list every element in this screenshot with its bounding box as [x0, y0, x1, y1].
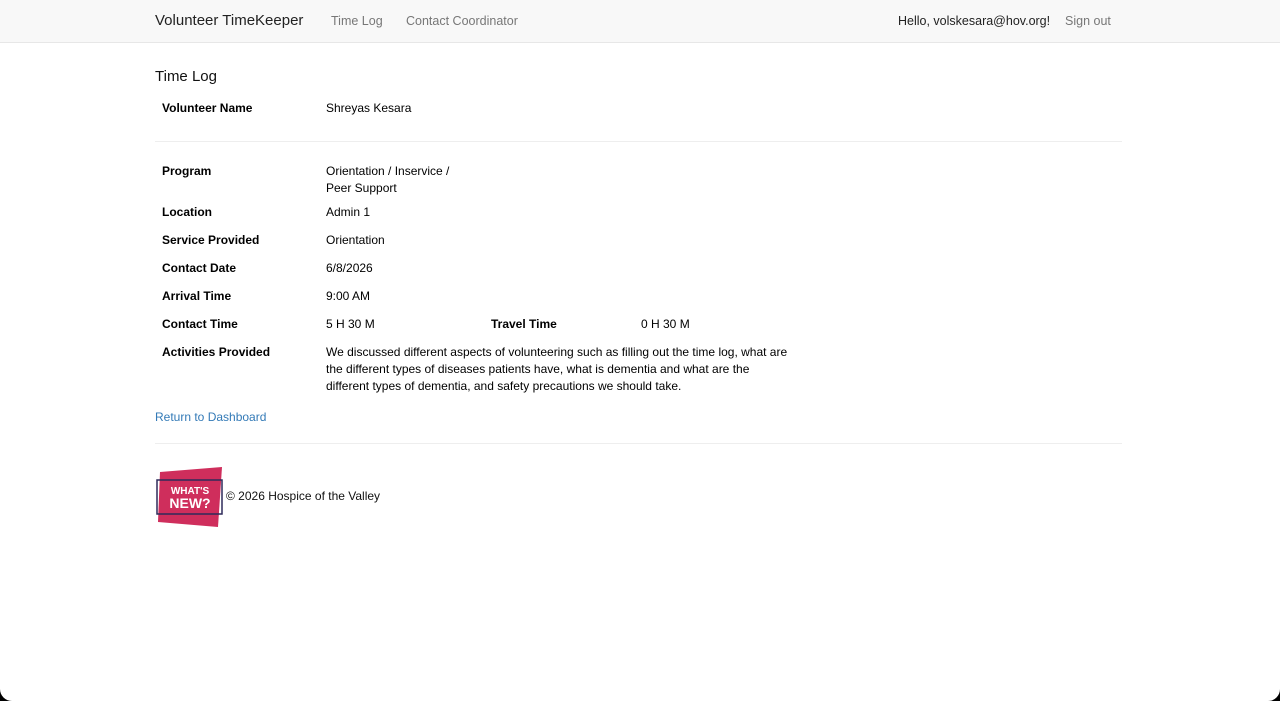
- nav-contact-coordinator[interactable]: Contact Coordinator: [406, 14, 518, 28]
- service-provided-label: Service Provided: [162, 233, 260, 247]
- user-greeting: Hello, volskesara@hov.org!: [898, 14, 1051, 28]
- sign-out-link[interactable]: Sign out: [1065, 14, 1111, 28]
- top-navbar: Volunteer TimeKeeper Time Log Contact Co…: [0, 0, 1280, 43]
- program-label: Program: [162, 164, 212, 178]
- volunteer-name-label: Volunteer Name: [162, 101, 253, 115]
- section-divider: [155, 141, 1122, 142]
- travel-time-label: Travel Time: [491, 317, 557, 331]
- contact-date-label: Contact Date: [162, 261, 237, 275]
- location-value: Admin 1: [326, 205, 371, 219]
- footer-copyright: © 2026 Hospice of the Valley: [226, 489, 381, 503]
- activities-value-line2: the different types of diseases patients…: [326, 362, 750, 376]
- footer-divider: [155, 443, 1122, 444]
- program-value-line2: Peer Support: [326, 181, 397, 195]
- service-provided-value: Orientation: [326, 233, 385, 247]
- activities-label: Activities Provided: [162, 345, 271, 359]
- volunteer-name-value: Shreyas Kesara: [326, 101, 412, 115]
- activities-value-line3: different types of dementia, and safety …: [326, 379, 682, 393]
- arrival-time-value: 9:00 AM: [326, 289, 371, 303]
- program-value-line1: Orientation / Inservice /: [326, 164, 450, 178]
- logo-text-line2: NEW?: [169, 495, 210, 511]
- nav-time-log[interactable]: Time Log: [331, 14, 383, 28]
- activities-value-line1: We discussed different aspects of volunt…: [326, 345, 788, 359]
- travel-time-value: 0 H 30 M: [641, 317, 690, 331]
- whats-new-logo-icon[interactable]: WHAT'S NEW?: [156, 467, 224, 527]
- contact-date-value: 6/8/2026: [326, 261, 373, 275]
- arrival-time-label: Arrival Time: [162, 289, 232, 303]
- browser-window: Volunteer TimeKeeper Time Log Contact Co…: [0, 0, 1280, 701]
- contact-time-value: 5 H 30 M: [326, 317, 375, 331]
- location-label: Location: [162, 205, 212, 219]
- brand-link[interactable]: Volunteer TimeKeeper: [155, 12, 303, 29]
- page-title: Time Log: [155, 68, 217, 85]
- contact-time-label: Contact Time: [162, 317, 238, 331]
- return-to-dashboard-link[interactable]: Return to Dashboard: [155, 410, 266, 424]
